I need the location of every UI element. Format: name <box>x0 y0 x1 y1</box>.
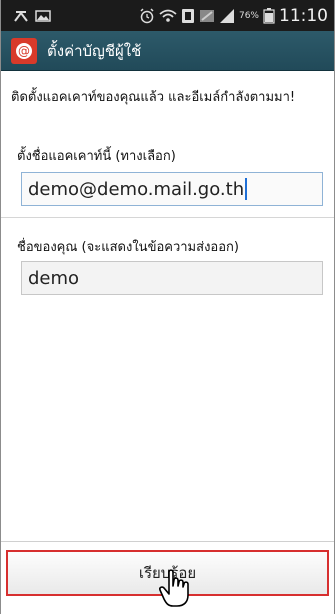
action-bar: @ ตั้งค่าบัญชีผู้ใช้ <box>1 31 334 71</box>
your-name-value: demo <box>28 267 80 289</box>
signal-icon <box>219 8 235 24</box>
status-right-icons: 76% 11:10 <box>139 6 334 26</box>
nfc-icon <box>181 8 195 24</box>
your-name-input[interactable]: demo <box>21 261 323 295</box>
phone-screen: 76% 11:10 @ ตั้งค่าบัญชีผู้ใช้ ติดตั้งแอ… <box>0 0 335 614</box>
image-icon <box>35 9 51 23</box>
email-app-icon[interactable]: @ <box>11 37 37 64</box>
text-caret <box>245 178 248 200</box>
status-time: 11:10 <box>279 5 328 26</box>
status-bar: 76% 11:10 <box>1 0 334 31</box>
notification-icon <box>13 9 29 23</box>
wifi-icon <box>159 8 177 24</box>
battery-icon <box>263 7 275 24</box>
screen-title: ตั้งค่าบัญชีผู้ใช้ <box>47 41 142 60</box>
section-divider <box>1 217 334 218</box>
battery-percent: 76% <box>238 10 259 21</box>
svg-text:@: @ <box>18 44 30 58</box>
your-name-label: ชื่อของคุณ (จะแสดงในข้อความส่งออก) <box>17 240 239 255</box>
data-icon <box>199 8 215 24</box>
status-left-icons <box>1 9 51 23</box>
account-name-input[interactable]: demo@demo.mail.go.th <box>21 172 323 206</box>
account-name-label: ตั้งชื่อแอคเคาท์นี้ (ทางเลือก) <box>17 149 176 164</box>
hand-cursor-icon <box>159 569 189 607</box>
button-bar: เรียบร้อย <box>1 541 334 614</box>
alarm-icon <box>139 7 155 24</box>
account-name-value: demo@demo.mail.go.th <box>28 178 245 200</box>
intro-text: ติดตั้งแอคเคาท์ของคุณแล้ว และอีเมล์กำลัง… <box>11 90 296 105</box>
